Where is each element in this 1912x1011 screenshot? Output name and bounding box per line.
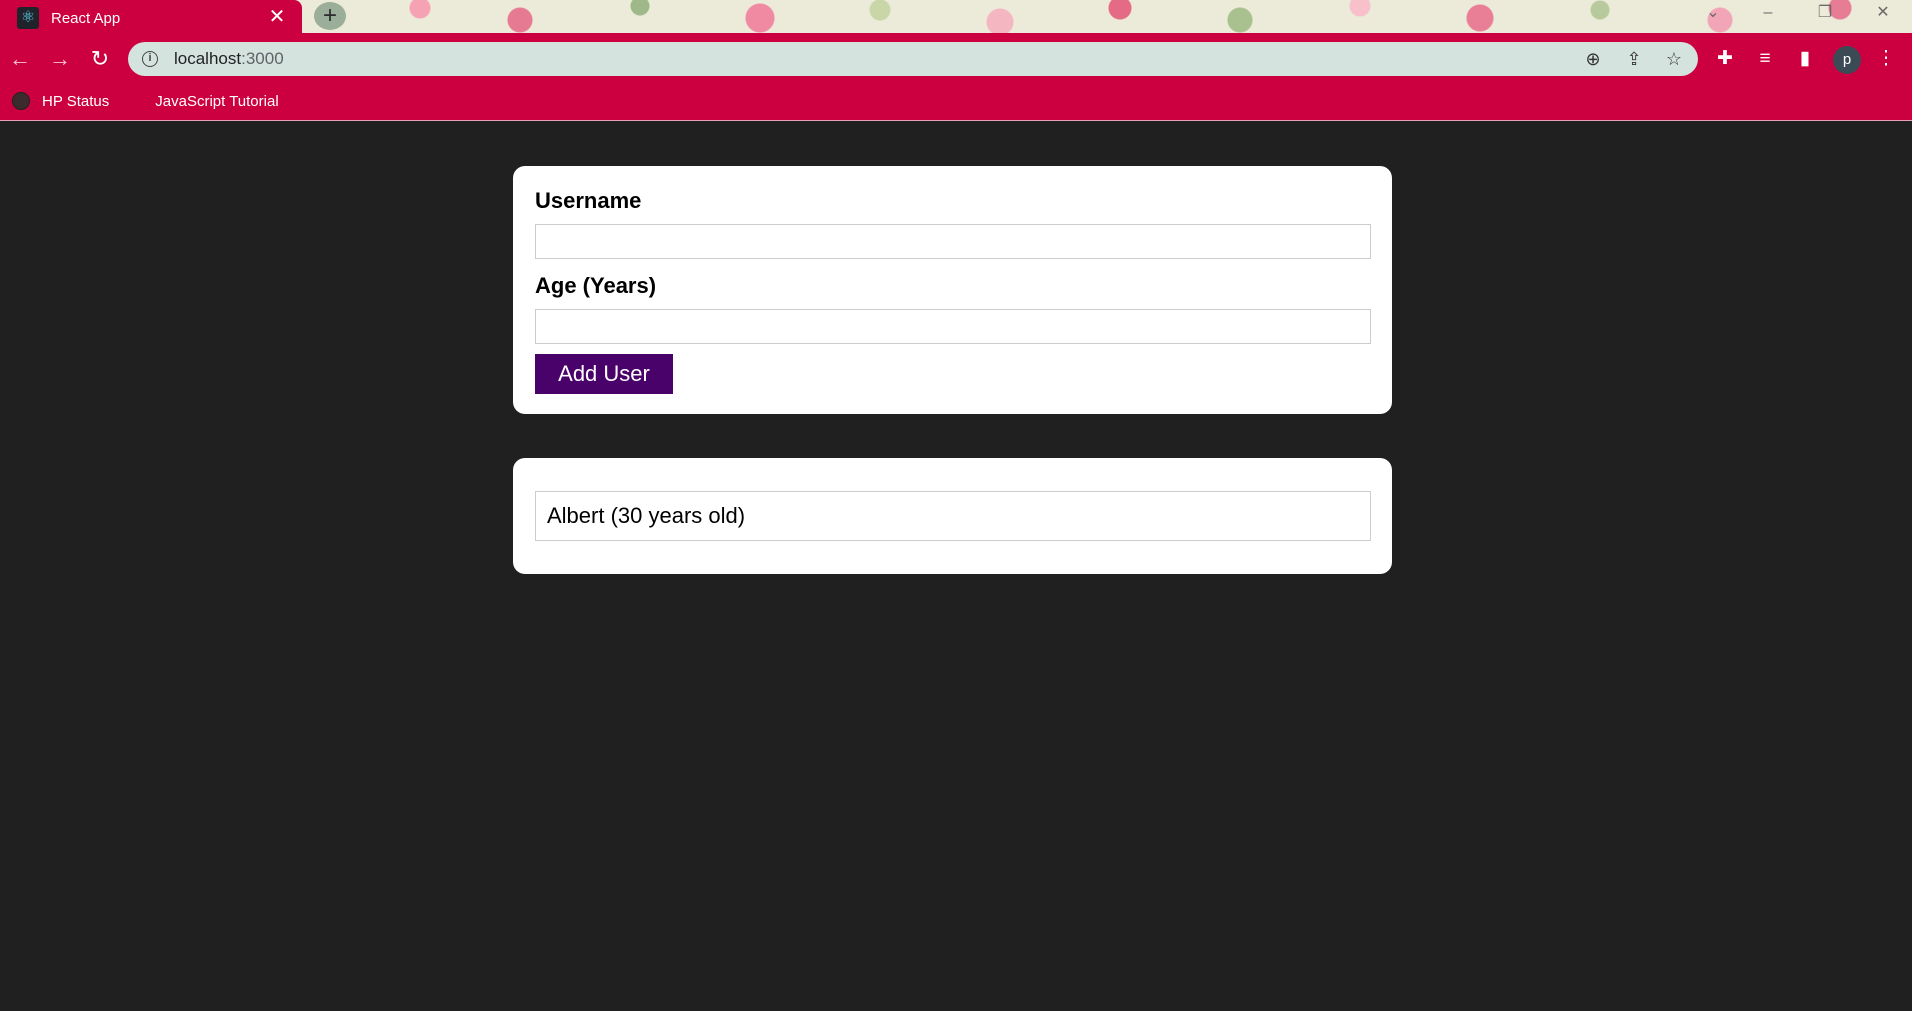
globe-icon: [12, 92, 30, 110]
share-icon[interactable]: ⇪: [1624, 49, 1644, 69]
tab-strip: ⚛ React App ✕ + ⌄ – ❐ ✕: [0, 0, 1912, 36]
users-list-card: Albert (30 years old): [513, 458, 1392, 574]
bookmark-hp-status[interactable]: HP Status: [12, 92, 109, 110]
add-user-button[interactable]: Add User: [535, 354, 673, 394]
extensions-icon[interactable]: ✚: [1713, 47, 1737, 71]
tab-react-app[interactable]: ⚛ React App ✕: [0, 0, 302, 36]
zoom-icon[interactable]: ⊕: [1583, 49, 1603, 69]
age-label: Age (Years): [535, 273, 657, 298]
users-list: Albert (30 years old): [535, 491, 1371, 541]
menu-icon[interactable]: ⋮: [1874, 47, 1898, 71]
bookmarks-bar: HP Status JavaScript Tutorial: [0, 82, 1912, 121]
reading-list-icon[interactable]: ≡: [1753, 47, 1777, 71]
username-label: Username: [535, 188, 642, 213]
user-list-item: Albert (30 years old): [535, 491, 1371, 541]
site-info-icon[interactable]: i: [142, 51, 158, 67]
url-text: localhost:3000: [174, 49, 284, 68]
minimize-icon[interactable]: –: [1745, 0, 1791, 30]
age-input[interactable]: [535, 309, 1371, 344]
react-logo-icon: ⚛: [17, 7, 39, 29]
back-icon[interactable]: ←: [6, 45, 34, 73]
bookmark-favicon-icon: [131, 95, 143, 107]
bookmark-label: JavaScript Tutorial: [155, 92, 279, 110]
reload-icon[interactable]: ↻: [86, 45, 114, 73]
add-user-card: Username Age (Years) Add User: [513, 166, 1392, 414]
address-bar[interactable]: i localhost:3000 ⊕ ⇪ ☆: [128, 42, 1698, 76]
bookmark-star-icon[interactable]: ☆: [1664, 49, 1684, 69]
tab-title: React App: [51, 9, 121, 27]
side-panel-icon[interactable]: ▮: [1793, 47, 1817, 71]
profile-avatar[interactable]: p: [1833, 46, 1861, 74]
browser-toolbar: ← → ↻ i localhost:3000 ⊕ ⇪ ☆ ✚ ≡ ▮ p ⋮: [0, 36, 1912, 82]
bookmark-label: HP Status: [42, 92, 110, 110]
close-tab-icon[interactable]: ✕: [266, 6, 288, 28]
restore-icon[interactable]: ❐: [1802, 0, 1848, 30]
new-tab-button[interactable]: +: [314, 2, 346, 30]
tab-search-icon[interactable]: ⌄: [1690, 0, 1736, 30]
username-input[interactable]: [535, 224, 1371, 259]
add-user-form: Username Age (Years) Add User: [535, 188, 1371, 394]
close-window-icon[interactable]: ✕: [1860, 0, 1906, 30]
forward-icon[interactable]: →: [46, 45, 74, 73]
bookmark-javascript-tutorial[interactable]: JavaScript Tutorial: [131, 93, 278, 110]
page-viewport: Username Age (Years) Add User Albert (30…: [0, 121, 1912, 1011]
